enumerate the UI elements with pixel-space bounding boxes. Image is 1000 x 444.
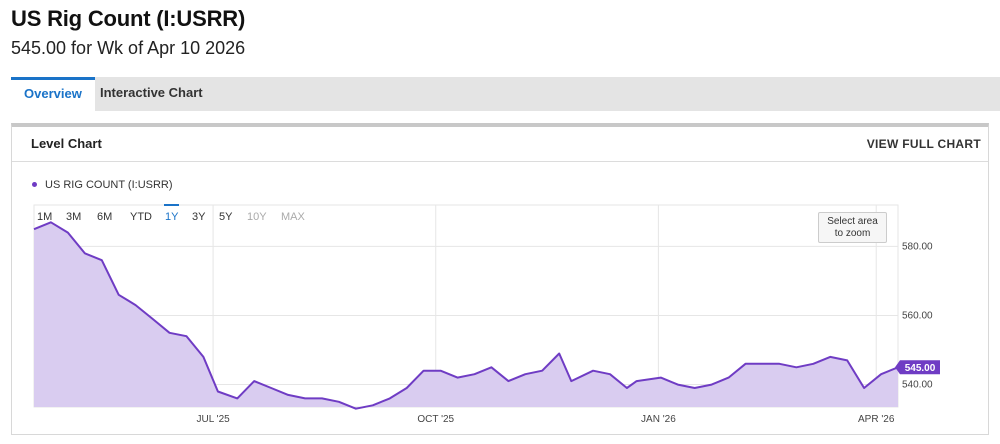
- chart-legend[interactable]: US RIG COUNT (I:USRR): [32, 179, 173, 191]
- range-6m[interactable]: 6M: [97, 211, 112, 223]
- rig-count-chart[interactable]: 540.00 560.00 580.00 JUL '25 OCT '25 JAN '26 A…: [12, 127, 988, 433]
- tab-bar: Overview Interactive Chart: [11, 77, 1000, 111]
- range-max: MAX: [281, 211, 305, 223]
- range-1m[interactable]: 1M: [37, 211, 52, 223]
- x-tick-label: JUL '25: [196, 414, 230, 425]
- range-3y[interactable]: 3Y: [192, 211, 205, 223]
- current-value-subtitle: 545.00 for Wk of Apr 10 2026: [11, 38, 246, 58]
- x-tick-label: OCT '25: [417, 414, 454, 425]
- last-value-label: 545.00: [905, 363, 936, 374]
- legend-label: US RIG COUNT (I:USRR): [45, 179, 173, 191]
- range-10y: 10Y: [247, 211, 267, 223]
- range-3m[interactable]: 3M: [66, 211, 81, 223]
- x-tick-label: APR '26: [858, 414, 895, 425]
- range-ytd[interactable]: YTD: [130, 211, 152, 223]
- page-title: US Rig Count (I:USRR): [11, 6, 246, 31]
- x-tick-label: JAN '26: [641, 414, 676, 425]
- y-tick-label: 560.00: [902, 310, 933, 321]
- y-tick-label: 580.00: [902, 241, 933, 252]
- tab-interactive-chart[interactable]: Interactive Chart: [87, 77, 216, 111]
- tab-overview[interactable]: Overview: [11, 77, 95, 111]
- y-tick-label: 540.00: [902, 380, 933, 391]
- zoom-hint-line-1: Select area: [827, 216, 878, 227]
- range-1y[interactable]: 1Y: [163, 204, 180, 223]
- zoom-hint-line-2: to zoom: [834, 228, 871, 239]
- legend-marker: [32, 181, 37, 187]
- zoom-hint: Select area to zoom: [818, 212, 887, 243]
- range-5y[interactable]: 5Y: [219, 211, 232, 223]
- level-chart-card: Level Chart VIEW FULL CHART 540.00 560.00…: [11, 123, 989, 435]
